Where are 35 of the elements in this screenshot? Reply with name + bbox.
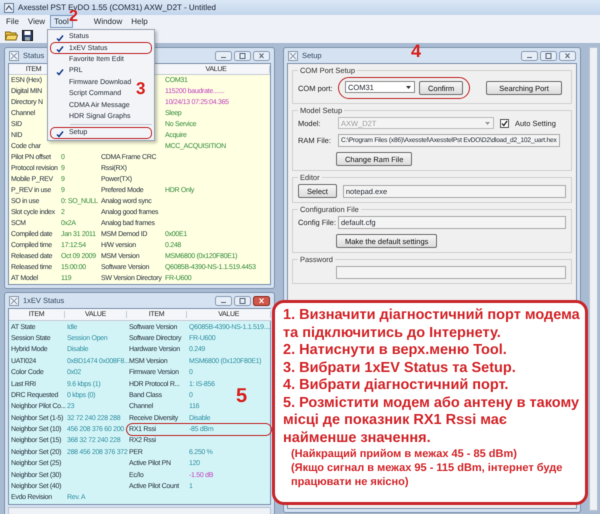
minimize-button[interactable] xyxy=(521,50,538,60)
password-field[interactable] xyxy=(336,266,566,279)
window-icon xyxy=(9,50,19,60)
maximize-button[interactable] xyxy=(234,50,251,60)
maximize-button[interactable] xyxy=(540,50,557,60)
instruction-step: 2. Натиснути в верх.меню Tool. xyxy=(283,342,581,360)
window-icon xyxy=(288,50,298,60)
caret-icon[interactable] xyxy=(405,84,412,90)
minimize-button[interactable] xyxy=(215,50,232,60)
instruction-step: 4. Вибрати діагностичний порт. xyxy=(283,377,581,394)
save-icon[interactable] xyxy=(22,30,33,41)
instruction-step: 5. Розмістити модем або антену в такому місці де показник RX1 Rssi має найменше значення. xyxy=(283,394,581,447)
maximize-button[interactable] xyxy=(234,296,251,306)
close-button[interactable] xyxy=(559,50,576,60)
vertical-scrollbar[interactable] xyxy=(589,47,598,511)
close-button[interactable] xyxy=(253,50,270,60)
menu-item[interactable]: Window xyxy=(90,15,126,28)
instruction-step: 1. Визначити діагностичний порт модема та підключитись до Інтернету. xyxy=(283,307,581,342)
menu-item[interactable]: Help xyxy=(127,15,152,28)
close-button[interactable] xyxy=(253,296,270,306)
instruction-note: (Якщо сигнал в межах 95 - 115 dBm, інтернет буде працювати не якісно) xyxy=(290,461,564,489)
menu-item[interactable]: File xyxy=(2,15,23,28)
instruction-step: 3. Вибрати 1xEV Status та Setup. xyxy=(283,360,581,377)
menu-item[interactable]: View xyxy=(24,15,50,28)
step-number: 5 xyxy=(236,386,248,406)
window-icon xyxy=(9,296,19,306)
horizontal-scrollbar[interactable] xyxy=(8,506,271,514)
step-number: 4 xyxy=(411,42,422,60)
folder-icon[interactable] xyxy=(5,30,18,41)
instruction-note: (Найкращий прийом в межах 45 - 85 dBm) xyxy=(290,447,518,461)
minimize-button[interactable] xyxy=(215,296,232,306)
app-icon xyxy=(4,2,14,12)
step-number: 3 xyxy=(136,80,146,97)
window-title: Axesstel PST EvDO 1.55 (COM31) AXW_D2T - Untitled xyxy=(18,3,216,12)
checkbox[interactable] xyxy=(500,118,509,128)
